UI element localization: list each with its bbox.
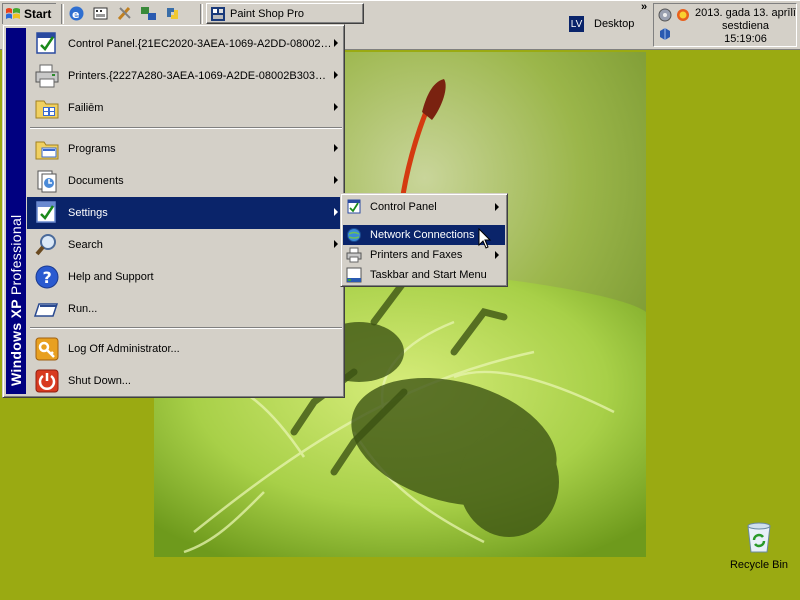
menu-item-label: Failiēm	[68, 102, 104, 114]
submenu-arrow-icon	[334, 71, 338, 79]
documents-icon	[33, 167, 61, 195]
mouse-cursor-icon	[478, 228, 492, 249]
sidebar-brand: Windows XP	[8, 299, 24, 386]
start-menu-sidebar: Windows XP Professional	[6, 28, 26, 394]
menu-item-settings[interactable]: Settings	[27, 197, 343, 229]
submenu-item-label: Network Connections	[370, 229, 475, 241]
submenu-item-label: Printers and Faxes	[370, 249, 463, 261]
search-icon	[33, 231, 61, 259]
toolbar-separator	[61, 4, 64, 24]
tray-update-icon[interactable]	[676, 8, 690, 22]
submenu-arrow-icon	[334, 240, 338, 248]
toolbar-separator	[200, 4, 203, 24]
menu-item-label: Settings	[68, 207, 108, 219]
menu-item-label: Shut Down...	[68, 375, 131, 387]
language-indicator[interactable]: LV	[569, 16, 584, 32]
menu-item-shut-down[interactable]: Shut Down...	[27, 365, 343, 397]
menu-item-label: Documents	[68, 175, 124, 187]
start-button[interactable]: Start	[2, 3, 56, 24]
submenu-arrow-icon	[334, 103, 338, 111]
system-tray: 2013. gada 13. aprīlī sestdiena 15:19:06	[653, 3, 797, 47]
tools-icon[interactable]	[116, 5, 133, 22]
python-icon[interactable]	[164, 5, 181, 22]
menu-item-log-off[interactable]: Log Off Administrator...	[27, 333, 343, 365]
sidebar-banner: Windows XP Professional	[8, 215, 24, 386]
printer-icon	[345, 246, 363, 264]
menu-item-label: Help and Support	[68, 271, 154, 283]
menu-item-failiem[interactable]: Failiēm	[27, 92, 343, 124]
menu-item-printers-pinned[interactable]: Printers.{2227A280-3AEA-1069-A2DE-08002B…	[27, 60, 343, 92]
help-icon: ?	[33, 263, 61, 291]
menu-item-control-panel-pinned[interactable]: Control Panel.{21EC2020-3AEA-1069-A2DD-0…	[27, 28, 343, 60]
menu-item-label: Control Panel.{21EC2020-3AEA-1069-A2DD-0…	[68, 38, 332, 50]
start-label: Start	[24, 6, 52, 21]
menu-item-label: Run...	[68, 303, 98, 315]
clock-weekday: sestdiena	[721, 20, 770, 32]
menu-item-label: Programs	[68, 143, 116, 155]
menu-item-documents[interactable]: Documents	[27, 165, 343, 197]
network-icon[interactable]	[140, 5, 157, 22]
tray-virtualbox-icon[interactable]	[658, 27, 672, 41]
control-panel-icon	[345, 198, 363, 216]
submenu-arrow-icon	[334, 176, 338, 184]
menu-item-label: Log Off Administrator...	[68, 343, 180, 355]
recycle-bin-icon	[747, 522, 771, 553]
programs-icon	[33, 135, 61, 163]
run-icon	[33, 295, 61, 323]
tray-settings-icon[interactable]	[658, 8, 672, 22]
submenu-arrow-icon	[334, 144, 338, 152]
menu-item-programs[interactable]: Programs	[27, 133, 343, 165]
clock-date: 2013. gada 13. aprīlī	[695, 7, 796, 19]
submenu-item-control-panel[interactable]: Control Panel	[343, 197, 505, 217]
menu-item-label: Printers.{2227A280-3AEA-1069-A2DE-08002B…	[68, 70, 327, 82]
windows-logo-icon	[6, 7, 20, 19]
paint-shop-pro-icon	[211, 6, 225, 21]
chevron-icon[interactable]: »	[641, 1, 647, 13]
desktop-toolbar[interactable]: Desktop	[594, 18, 634, 30]
clock[interactable]: 2013. gada 13. aprīlī sestdiena 15:19:06	[694, 7, 797, 46]
menu-item-label: Search	[68, 239, 103, 251]
menu-item-run[interactable]: Run...	[27, 293, 343, 325]
submenu-arrow-icon	[495, 203, 499, 211]
submenu-item-label: Taskbar and Start Menu	[370, 269, 487, 281]
menu-separator	[30, 327, 342, 329]
control-panel-icon	[33, 30, 61, 58]
svg-text:?: ?	[43, 268, 52, 287]
submenu-arrow-icon	[334, 39, 338, 47]
recycle-bin[interactable]: Recycle Bin	[724, 520, 794, 571]
menu-item-search[interactable]: Search	[27, 229, 343, 261]
settings-icon	[33, 199, 61, 227]
taskbar-icon	[345, 266, 363, 284]
menu-item-help[interactable]: ? Help and Support	[27, 261, 343, 293]
submenu-item-label: Control Panel	[370, 201, 437, 213]
taskbar-button-paint-shop-pro[interactable]: Paint Shop Pro	[206, 3, 364, 24]
key-icon	[33, 335, 61, 363]
sidebar-edition: Professional	[8, 214, 24, 296]
clock-time: 15:19:06	[724, 33, 767, 45]
folder-icon	[33, 94, 61, 122]
media-icon[interactable]	[92, 5, 109, 22]
network-connections-icon	[345, 226, 363, 244]
quick-launch-bar: e	[68, 5, 181, 22]
recycle-bin-label: Recycle Bin	[729, 559, 789, 571]
task-button-label: Paint Shop Pro	[230, 7, 304, 20]
submenu-item-taskbar-and-start-menu[interactable]: Taskbar and Start Menu	[343, 265, 505, 285]
submenu-arrow-icon	[334, 208, 338, 216]
menu-separator	[30, 127, 342, 129]
svg-text:e: e	[72, 8, 79, 21]
start-menu: Windows XP Professional Control Panel.{2…	[2, 24, 345, 398]
ie-icon[interactable]: e	[68, 5, 85, 22]
power-icon	[33, 367, 61, 395]
submenu-arrow-icon	[495, 251, 499, 259]
printer-icon	[33, 62, 61, 90]
